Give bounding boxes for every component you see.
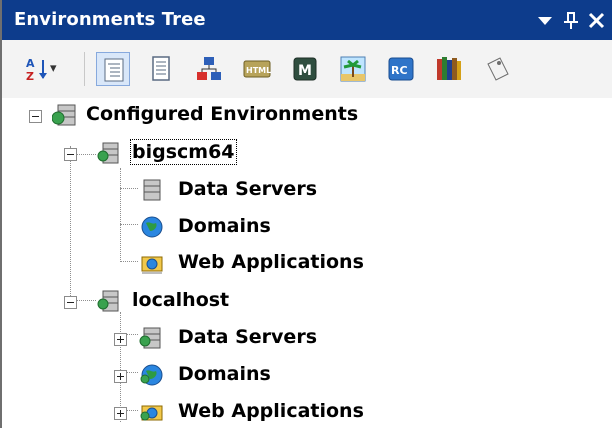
tag-button[interactable]: [480, 52, 514, 86]
sort-button[interactable]: A Z: [20, 52, 48, 86]
pin-icon: [564, 12, 578, 29]
panel-menu-button[interactable]: [532, 6, 558, 34]
sort-az-icon: A Z: [26, 57, 47, 83]
expand-toggle[interactable]: [114, 407, 127, 420]
html-icon: HTML: [243, 60, 271, 78]
tree-node-environment[interactable]: bigscm64: [2, 136, 612, 172]
tree-node-environment[interactable]: localhost: [2, 284, 612, 320]
environments-tree: Configured Environments bigscm64 Data Se…: [2, 98, 612, 428]
collapse-toggle[interactable]: [64, 296, 77, 309]
web-app-icon: [138, 249, 166, 277]
close-icon: [588, 12, 605, 29]
tag-icon: [487, 57, 509, 81]
tree-view-icon: [104, 58, 124, 82]
list-view-button[interactable]: [144, 52, 178, 86]
server-icon: [96, 139, 124, 167]
svg-text:Z: Z: [26, 70, 34, 83]
pin-button[interactable]: [558, 6, 584, 34]
collapse-toggle[interactable]: [64, 148, 77, 161]
tree-node-label: Web Applications: [178, 251, 364, 273]
tree-node-label: bigscm64: [130, 139, 237, 165]
tree-view-button[interactable]: [96, 52, 130, 86]
tree-node-label: Domains: [178, 215, 271, 237]
rc-icon: RC: [388, 57, 414, 81]
hierarchy-icon: [197, 57, 221, 80]
palm-tree-icon: [340, 56, 366, 82]
tree-node-label: Data Servers: [178, 178, 318, 200]
tree-node-domains[interactable]: Domains: [2, 210, 612, 246]
toolbar-separator: [84, 52, 85, 86]
svg-text:M: M: [298, 63, 312, 79]
close-button[interactable]: [584, 6, 610, 34]
expand-toggle[interactable]: [114, 370, 127, 383]
tree-node-data-servers[interactable]: Data Servers: [2, 321, 612, 357]
server-icon: [96, 287, 124, 315]
svg-text:RC: RC: [391, 64, 408, 77]
environments-icon: [52, 101, 80, 129]
expand-toggle[interactable]: [114, 333, 127, 346]
svg-text:A: A: [26, 57, 35, 70]
m-icon: M: [293, 57, 317, 81]
html-button[interactable]: HTML: [240, 52, 274, 86]
hierarchy-button[interactable]: [192, 52, 226, 86]
globe-icon: [138, 213, 166, 241]
environments-tree-panel: Environments Tree A Z ▾ HTML M RC Config…: [0, 0, 612, 428]
dropdown-arrow-icon: [538, 17, 552, 25]
books-button[interactable]: [432, 52, 466, 86]
palm-tree-button[interactable]: [336, 52, 370, 86]
tree-node-label: Data Servers: [178, 326, 318, 348]
tree-node-label: Configured Environments: [86, 103, 359, 125]
tree-node-label: Domains: [178, 363, 271, 385]
panel-title: Environments Tree: [14, 9, 206, 30]
tree-node-domains[interactable]: Domains: [2, 358, 612, 394]
tree-node-web-applications[interactable]: Web Applications: [2, 246, 612, 282]
globe-icon: [138, 361, 166, 389]
database-icon: [138, 324, 166, 352]
sort-dropdown-arrow[interactable]: ▾: [50, 61, 57, 76]
tree-node-web-applications[interactable]: Web Applications: [2, 395, 612, 431]
m-button[interactable]: M: [288, 52, 322, 86]
tree-node-label: localhost: [132, 289, 230, 311]
panel-titlebar: Environments Tree: [2, 0, 612, 40]
database-icon: [138, 176, 166, 204]
books-icon: [437, 57, 461, 80]
tree-node-label: Web Applications: [178, 400, 364, 422]
web-app-icon: [138, 398, 166, 426]
rc-button[interactable]: RC: [384, 52, 418, 86]
tree-node-root[interactable]: Configured Environments: [2, 98, 612, 134]
document-icon: [152, 56, 170, 81]
tree-node-data-servers[interactable]: Data Servers: [2, 173, 612, 209]
collapse-toggle[interactable]: [29, 110, 42, 123]
svg-text:HTML: HTML: [246, 66, 271, 75]
toolbar: A Z ▾ HTML M RC: [2, 40, 612, 99]
